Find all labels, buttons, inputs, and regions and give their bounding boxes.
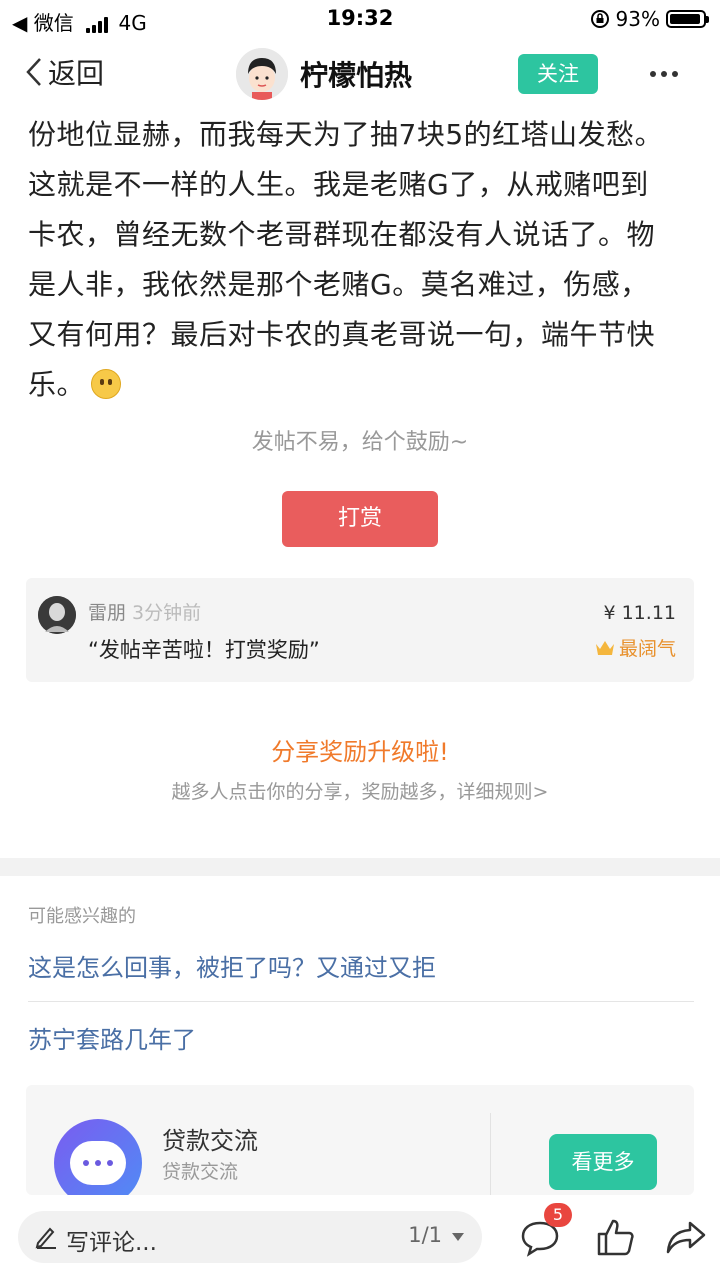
related-item[interactable]: 这是怎么回事，被拒了吗？又通过又拒 — [28, 948, 436, 983]
comment-input[interactable]: 写评论... 1/1 — [18, 1211, 482, 1263]
group-card-subtitle: 贷款交流 — [162, 1161, 239, 1183]
reward-amount: ¥ 11.11 — [603, 602, 676, 624]
article-line-last: 乐。 — [28, 360, 700, 410]
bottom-bar: 写评论... 1/1 5 — [0, 1195, 720, 1280]
see-more-button[interactable]: 看更多 — [549, 1134, 657, 1190]
like-icon[interactable] — [594, 1215, 638, 1259]
reward-badge-label: 最阔气 — [618, 638, 676, 660]
thinking-emoji-icon — [91, 369, 122, 399]
battery-percent: 93% — [615, 7, 660, 31]
reward-time: 3分钟前 — [132, 602, 202, 624]
back-label: 返回 — [48, 57, 105, 90]
reward-user-name[interactable]: 雷朋 — [88, 602, 126, 624]
related-item[interactable]: 苏宁套路几年了 — [28, 1020, 196, 1055]
encourage-text: 发帖不易，给个鼓励~ — [251, 430, 469, 455]
status-right: 93% — [590, 7, 709, 31]
reward-avatar-illustration — [38, 596, 76, 634]
reward-badge: 最阔气 — [595, 634, 676, 661]
nav-bar: 返回 柠檬怕热 关注 — [0, 40, 720, 108]
chevron-left-icon — [26, 58, 41, 86]
follow-button[interactable]: 关注 — [518, 54, 598, 94]
article-body: 份地位显赫，而我每天为了抽7块5的红塔山发愁。 这就是不一样的人生。我是老赌G了… — [28, 110, 700, 410]
battery-icon — [666, 10, 709, 28]
pencil-icon — [35, 1227, 56, 1249]
author-name[interactable]: 柠檬怕热 — [300, 54, 412, 94]
group-card-divider — [490, 1113, 491, 1195]
share-icon[interactable] — [664, 1215, 708, 1259]
reward-record: 雷朋 3分钟前 “发帖辛苦啦！打赏奖励” ¥ 11.11 最阔气 — [26, 578, 694, 682]
share-title: 分享奖励升级啦! — [271, 738, 449, 766]
article-line-text: 乐。 — [28, 368, 86, 401]
comment-count-badge: 5 — [544, 1203, 572, 1227]
battery-fill — [670, 14, 700, 24]
back-button[interactable]: 返回 — [24, 52, 104, 92]
related-heading: 可能感兴趣的 — [28, 906, 136, 927]
group-card[interactable]: 贷款交流 贷款交流 看更多 — [26, 1085, 694, 1207]
article-line: 份地位显赫，而我每天为了抽7块5的红塔山发愁。 — [28, 118, 664, 151]
article-line: 又有何用？最后对卡农的真老哥说一句，端午节快 — [28, 318, 656, 351]
reward-user-avatar[interactable] — [38, 596, 76, 634]
caret-down-icon[interactable] — [452, 1233, 464, 1241]
author-avatar[interactable] — [236, 48, 288, 100]
page-indicator[interactable]: 1/1 — [408, 1223, 442, 1247]
article-line: 卡农，曾经无数个老哥群现在都没有人说话了。物 — [28, 218, 656, 251]
orientation-lock-icon — [590, 10, 609, 28]
article-line: 这就是不一样的人生。我是老赌G了，从戒赌吧到 — [28, 168, 649, 201]
crown-icon — [595, 640, 614, 655]
group-card-title: 贷款交流 — [162, 1127, 258, 1155]
more-icon[interactable] — [644, 54, 684, 94]
article-line: 是人非，我依然是那个老赌G。莫名难过，伤感， — [28, 268, 649, 301]
reward-user-line: 雷朋 3分钟前 — [88, 598, 201, 625]
avatar-illustration — [236, 48, 288, 100]
status-bar: ◀ 微信 4G 19:32 93% — [0, 0, 720, 38]
section-gap — [0, 858, 720, 876]
reward-message: “发帖辛苦啦！打赏奖励” — [88, 638, 320, 662]
related-divider — [28, 1001, 694, 1002]
share-rules-link[interactable]: 越多人点击你的分享，奖励越多，详细规则> — [0, 777, 720, 804]
chat-bubble-icon — [54, 1119, 142, 1207]
tip-button[interactable]: 打赏 — [282, 491, 438, 547]
comment-placeholder: 写评论... — [66, 1230, 157, 1256]
